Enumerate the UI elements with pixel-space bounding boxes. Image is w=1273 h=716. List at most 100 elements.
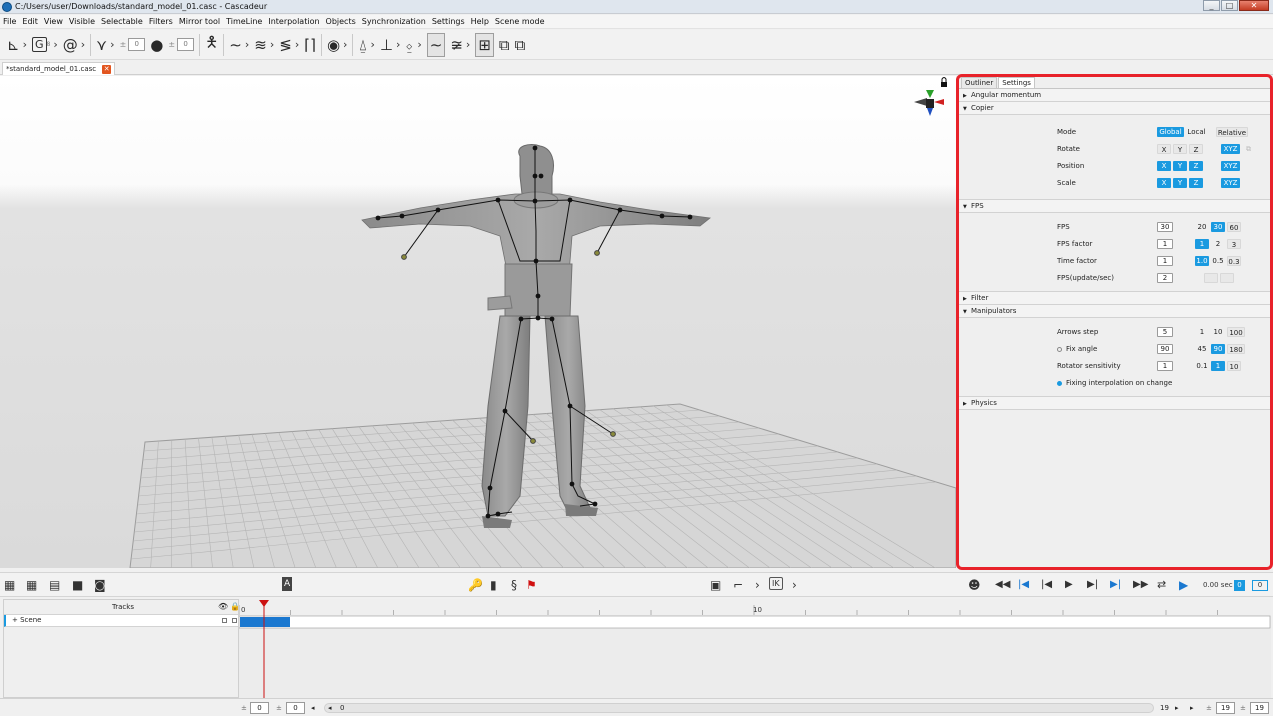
- document-tab[interactable]: *standard_model_01.casc ✕: [2, 62, 116, 75]
- section-physics[interactable]: ▶ Physics: [959, 397, 1270, 410]
- add-copy-button[interactable]: ⧉: [499, 33, 510, 57]
- track-visible-checkbox[interactable]: [222, 618, 227, 623]
- fast-forward-icon[interactable]: ▶▶: [1133, 577, 1148, 593]
- menu-synchronization[interactable]: Synchronization: [362, 17, 426, 26]
- time-factor-field[interactable]: 1: [1157, 256, 1173, 266]
- scroll-left-icon[interactable]: ◂: [311, 702, 315, 714]
- timeline-area[interactable]: 0 10: [238, 599, 1271, 698]
- fps-30-button[interactable]: 30: [1211, 222, 1225, 232]
- position-x-button[interactable]: X: [1157, 161, 1171, 171]
- fit-frames-icon[interactable]: ▣: [710, 577, 721, 593]
- remove-track-icon[interactable]: ▤: [49, 577, 60, 593]
- fps-factor-2-button[interactable]: 2: [1211, 239, 1225, 249]
- frame-field[interactable]: 0: [1252, 580, 1268, 591]
- keyframe-icon[interactable]: ▮: [490, 577, 497, 593]
- timeline-scrollbar[interactable]: [324, 703, 1154, 713]
- last-key-icon[interactable]: ▶|: [1110, 577, 1121, 593]
- fulcrum-tool-button[interactable]: ≆ ›: [450, 33, 470, 57]
- menu-settings[interactable]: Settings: [432, 17, 465, 26]
- menu-objects[interactable]: Objects: [326, 17, 356, 26]
- play-icon[interactable]: ▶: [1065, 577, 1073, 593]
- arrows-step-field[interactable]: 5: [1157, 327, 1173, 337]
- fps-factor-3-button[interactable]: 3: [1227, 239, 1241, 249]
- position-xyz-button[interactable]: XYZ: [1221, 161, 1240, 171]
- menu-file[interactable]: File: [3, 17, 16, 26]
- minimize-button[interactable]: _: [1203, 0, 1220, 11]
- arrows-step-100-button[interactable]: 100: [1227, 327, 1245, 337]
- add-folder-icon[interactable]: ◙: [94, 577, 106, 593]
- scroll-left-small-icon[interactable]: ◂: [328, 702, 332, 714]
- menu-mirror-tool[interactable]: Mirror tool: [179, 17, 220, 26]
- scene-canvas[interactable]: [0, 76, 956, 568]
- mode-global-button[interactable]: Global: [1157, 127, 1184, 137]
- scale-x-button[interactable]: X: [1157, 178, 1171, 188]
- grid-toggle-button[interactable]: ⊞: [475, 32, 494, 57]
- rotate-z-button[interactable]: Z: [1189, 144, 1203, 154]
- folder-icon[interactable]: ■: [72, 577, 83, 593]
- add-object-icon[interactable]: ▦: [4, 577, 15, 593]
- fix-angle-180-button[interactable]: 180: [1227, 344, 1245, 354]
- rotate-y-button[interactable]: Y: [1173, 144, 1187, 154]
- position-z-button[interactable]: Z: [1189, 161, 1203, 171]
- add-track-icon[interactable]: ▦: [26, 577, 37, 593]
- section-copier[interactable]: ▼ Copier: [959, 102, 1270, 115]
- close-tab-icon[interactable]: ✕: [102, 64, 112, 74]
- menu-view[interactable]: View: [44, 17, 63, 26]
- mirror-tool-button[interactable]: ⍚ ›: [405, 33, 421, 57]
- time-factor-05-button[interactable]: 0.5: [1211, 256, 1225, 266]
- rotate-tool-button[interactable]: @ ›: [63, 33, 85, 57]
- scroll-right-small-icon[interactable]: ▸: [1175, 702, 1179, 714]
- 3d-viewport[interactable]: [0, 76, 956, 568]
- rotate-x-button[interactable]: X: [1157, 144, 1171, 154]
- fixing-interpolation-radio[interactable]: [1057, 381, 1062, 386]
- curve-tool-button[interactable]: ∼ ›: [229, 33, 249, 57]
- menu-selectable[interactable]: Selectable: [101, 17, 143, 26]
- camera-tool-button[interactable]: ◉ ›: [327, 33, 348, 57]
- rotator-10-button[interactable]: 10: [1227, 361, 1241, 371]
- mode-relative-button[interactable]: Relative: [1216, 127, 1248, 137]
- auto-key-icon[interactable]: A: [282, 577, 293, 591]
- menu-visible[interactable]: Visible: [69, 17, 95, 26]
- range-start-field[interactable]: 0: [250, 702, 269, 714]
- track-row[interactable]: + Scene: [4, 615, 238, 627]
- ik-button[interactable]: IK: [769, 577, 783, 590]
- range-end-field[interactable]: 19: [1216, 702, 1235, 714]
- trajectory-lock-button[interactable]: ≋ ›: [254, 33, 274, 57]
- section-filter[interactable]: ▶ Filter: [959, 292, 1270, 305]
- tab-settings[interactable]: Settings: [998, 77, 1035, 88]
- menu-help[interactable]: Help: [471, 17, 489, 26]
- tab-outliner[interactable]: Outliner: [961, 77, 998, 88]
- timeline-canvas[interactable]: 0 10: [238, 599, 1271, 698]
- menu-scene-mode[interactable]: Scene mode: [495, 17, 545, 26]
- play-speed-icon[interactable]: ▶: [1179, 577, 1188, 593]
- trajectory-button[interactable]: ≶ ›: [279, 33, 299, 57]
- time-factor-03-button[interactable]: 0.3: [1227, 256, 1241, 266]
- next-frame-icon[interactable]: ▶|: [1087, 577, 1098, 593]
- scale-z-button[interactable]: Z: [1189, 178, 1203, 188]
- arrows-step-1-button[interactable]: 1: [1195, 327, 1209, 337]
- key-icon[interactable]: 🔑: [468, 577, 483, 593]
- ground-tool-button[interactable]: ⊥ ›: [380, 33, 400, 57]
- fix-angle-radio[interactable]: [1057, 347, 1062, 352]
- loop-icon[interactable]: ⇄: [1157, 577, 1166, 593]
- mode-local-button[interactable]: Local: [1186, 127, 1207, 137]
- number-field[interactable]: 0: [177, 38, 195, 51]
- chevron-right-icon[interactable]: ›: [792, 577, 797, 593]
- interval-icon[interactable]: §: [511, 577, 517, 593]
- number-field[interactable]: 0: [128, 38, 146, 51]
- bracket-tool-button[interactable]: ⌈⌉: [304, 33, 316, 57]
- menu-interpolation[interactable]: Interpolation: [268, 17, 319, 26]
- menu-timeline[interactable]: TimeLine: [226, 17, 262, 26]
- range-total-field[interactable]: 19: [1250, 702, 1269, 714]
- fps-value-field[interactable]: 30: [1157, 222, 1173, 232]
- remove-copy-button[interactable]: ⧉: [515, 33, 526, 57]
- chevron-right-icon[interactable]: ›: [755, 577, 760, 593]
- menu-filters[interactable]: Filters: [149, 17, 173, 26]
- view-gizmo[interactable]: [914, 77, 947, 117]
- time-factor-1-button[interactable]: 1.0: [1195, 256, 1209, 266]
- gizmo-tool-button[interactable]: G 8 ›: [31, 33, 58, 57]
- rotator-1-button[interactable]: 1: [1211, 361, 1225, 371]
- fix-angle-45-button[interactable]: 45: [1195, 344, 1209, 354]
- position-y-button[interactable]: Y: [1173, 161, 1187, 171]
- scroll-right-icon[interactable]: ▸: [1190, 702, 1194, 714]
